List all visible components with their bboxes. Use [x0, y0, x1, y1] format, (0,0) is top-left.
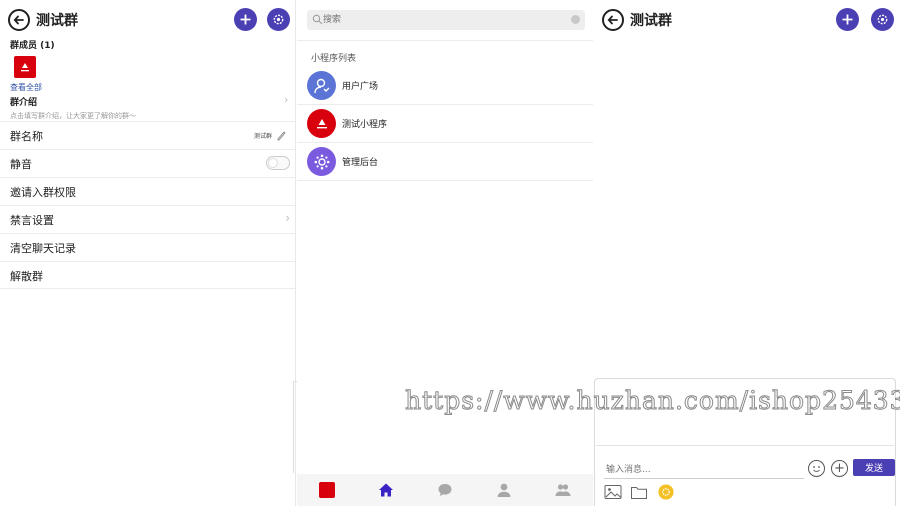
- member-avatar[interactable]: [14, 56, 36, 78]
- plus-icon: [240, 14, 251, 25]
- chat-header: 测试群: [594, 0, 900, 40]
- settings-list: 群名称 测试群 静音 邀请入群权限 禁言设置 › 清空聊天记录 解散群: [0, 121, 295, 289]
- row-label: 清空聊天记录: [10, 242, 76, 255]
- chevron-right-icon: ›: [284, 93, 289, 106]
- add-button[interactable]: [234, 8, 257, 31]
- arrow-left-icon: [13, 15, 24, 25]
- members-title: 群成员 (1): [10, 41, 55, 51]
- back-button[interactable]: [602, 9, 624, 31]
- row-mute: 静音: [0, 149, 295, 177]
- section-title: 小程序列表: [311, 54, 357, 64]
- message-input[interactable]: [604, 461, 804, 479]
- watermark: https://www.huzhan.com/ishop25433: [405, 386, 900, 416]
- intro-hint: 点击填写群介绍，让大家更了解你的群～: [10, 112, 136, 120]
- image-icon[interactable]: [604, 484, 622, 500]
- group-settings-header: 测试群: [0, 0, 295, 40]
- test-app-logo: [307, 109, 336, 138]
- gear-icon: [877, 14, 888, 25]
- tab-group[interactable]: [549, 476, 577, 504]
- chat-title: 测试群: [630, 13, 672, 29]
- arrow-left-icon: [607, 15, 618, 25]
- search-bar[interactable]: [307, 10, 585, 30]
- divider: [596, 445, 894, 446]
- tab-chat[interactable]: [431, 476, 459, 504]
- row-dissolve-group[interactable]: 解散群: [0, 261, 295, 289]
- app-name: 用户广场: [342, 82, 379, 92]
- group-settings-panel: 测试群 群成员 (1) 查看全部 群介绍 › 点击填写群介绍，让大家更了解你的群…: [0, 0, 296, 506]
- back-button[interactable]: [8, 9, 30, 31]
- tab-app-logo[interactable]: [313, 476, 341, 504]
- row-mute-settings[interactable]: 禁言设置 ›: [0, 205, 295, 233]
- frame-edge: [293, 381, 297, 473]
- row-clear-history[interactable]: 清空聊天记录: [0, 233, 295, 261]
- group-name-value: 测试群: [253, 133, 272, 140]
- emoji-button[interactable]: [808, 460, 825, 477]
- row-label: 静音: [10, 158, 32, 171]
- user-icon: [497, 483, 511, 497]
- tab-home[interactable]: [372, 476, 400, 504]
- admin-icon: [307, 147, 336, 176]
- row-invite-permission[interactable]: 邀请入群权限: [0, 177, 295, 205]
- chat-icon: [438, 484, 452, 496]
- more-button[interactable]: +: [831, 460, 848, 477]
- gear-icon: [273, 14, 284, 25]
- bottom-tab-bar: [297, 474, 593, 506]
- send-button[interactable]: 发送: [853, 459, 895, 476]
- tab-user[interactable]: [490, 476, 518, 504]
- search-input[interactable]: [323, 12, 563, 28]
- mini-program-panel: 小程序列表 用户广场 测试小程序 管理后台: [297, 0, 593, 506]
- plus-icon: [842, 14, 853, 25]
- list-item[interactable]: 用户广场: [297, 67, 593, 105]
- app-name: 管理后台: [342, 158, 379, 168]
- home-icon: [378, 483, 393, 497]
- row-group-name[interactable]: 群名称 测试群: [0, 121, 295, 149]
- user-square-icon: [307, 71, 336, 100]
- settings-button[interactable]: [871, 8, 894, 31]
- brand-logo-icon: [21, 63, 29, 72]
- row-label: 禁言设置: [10, 214, 54, 227]
- settings-app-icon[interactable]: [657, 484, 675, 500]
- app-logo-icon: [318, 482, 335, 498]
- app-name: 测试小程序: [342, 120, 388, 130]
- group-icon: [555, 484, 571, 496]
- list-item[interactable]: 管理后台: [297, 143, 593, 181]
- plus-icon: +: [834, 461, 845, 476]
- list-item[interactable]: 测试小程序: [297, 105, 593, 143]
- search-icon: [312, 14, 323, 25]
- row-label: 群名称: [10, 130, 43, 143]
- view-all-link[interactable]: 查看全部: [10, 82, 42, 93]
- divider: [297, 40, 593, 41]
- clear-icon[interactable]: [571, 15, 580, 24]
- smile-icon: [813, 466, 820, 472]
- chevron-right-icon: ›: [285, 211, 290, 225]
- settings-button[interactable]: [267, 8, 290, 31]
- row-label: 邀请入群权限: [10, 186, 76, 199]
- pencil-icon[interactable]: [276, 129, 286, 141]
- toggle-knob: [268, 158, 278, 168]
- chat-panel: 测试群 + 发送: [594, 0, 900, 506]
- mute-toggle[interactable]: [266, 156, 290, 170]
- intro-title[interactable]: 群介绍: [10, 95, 37, 108]
- add-button[interactable]: [836, 8, 859, 31]
- page-title: 测试群: [36, 13, 78, 29]
- folder-icon[interactable]: [630, 484, 648, 500]
- row-label: 解散群: [10, 270, 43, 283]
